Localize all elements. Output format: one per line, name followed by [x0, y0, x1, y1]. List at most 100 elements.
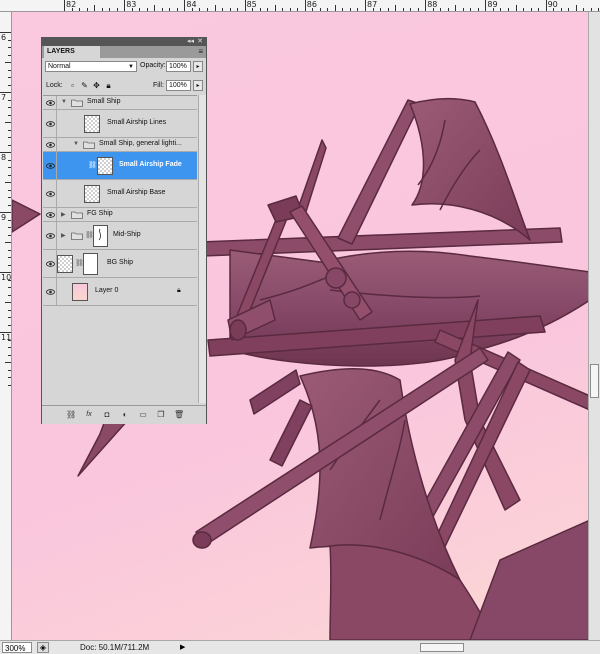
expand-triangle-icon[interactable]: ▼	[73, 141, 79, 147]
folder-icon	[83, 141, 95, 149]
opacity-slider-button[interactable]: ▸	[193, 61, 203, 72]
new-group-icon[interactable]: ▭	[138, 410, 148, 419]
ruler-minor-tick	[334, 5, 336, 11]
layer-thumbnail[interactable]	[72, 283, 88, 301]
ruler-minor-tick	[598, 8, 600, 11]
lock-image-icon[interactable]: ✎	[80, 81, 89, 90]
layer-row[interactable]: ▼ Small Ship	[43, 96, 197, 110]
ruler-minor-tick	[8, 369, 11, 371]
ruler-minor-tick	[206, 8, 208, 11]
ruler-minor-tick	[8, 264, 11, 266]
ruler-minor-tick	[432, 8, 434, 11]
layers-panel: ◂◂ ✕ LAYERS ≡ Normal ▼ Opacity: 100% ▸ L…	[41, 37, 207, 424]
layer-thumbnail[interactable]	[84, 185, 100, 203]
ruler-minor-tick	[455, 5, 457, 11]
ruler-minor-tick	[259, 8, 261, 11]
lock-all-icon[interactable]: 🔒︎	[104, 81, 113, 90]
ruler-minor-tick	[154, 5, 156, 11]
fill-input[interactable]: 100%	[166, 80, 191, 91]
ruler-minor-tick	[274, 5, 276, 11]
collapse-icon[interactable]: ◂◂	[187, 37, 194, 45]
panel-tab-bar: LAYERS ≡	[42, 46, 206, 58]
layer-row[interactable]: ⛓ Small Airship Fade	[43, 152, 197, 180]
folder-icon	[71, 211, 83, 219]
tab-layers[interactable]: LAYERS	[44, 46, 100, 58]
layer-list-scrollbar[interactable]	[198, 95, 206, 403]
lock-position-icon[interactable]: ✥	[92, 81, 101, 90]
expand-triangle-icon[interactable]: ▼	[61, 99, 67, 105]
ruler-major-tick	[124, 0, 126, 11]
layer-row[interactable]: ▶ FG Ship	[43, 208, 197, 222]
layer-thumbnail[interactable]	[97, 157, 113, 175]
ruler-minor-tick	[8, 167, 11, 168]
ruler-minor-tick	[8, 339, 11, 341]
ruler-label: 11	[1, 333, 12, 342]
ruler-major-tick	[425, 0, 427, 11]
ruler-label: 6	[1, 33, 7, 42]
fill-label: Fill:	[153, 82, 164, 89]
new-layer-icon[interactable]: ❐	[156, 410, 166, 419]
fill-slider-button[interactable]: ▸	[193, 80, 203, 91]
eye-icon[interactable]	[45, 250, 57, 277]
ruler-minor-tick	[199, 8, 201, 11]
layer-thumbnail[interactable]	[84, 115, 100, 133]
opacity-input[interactable]: 100%	[166, 61, 191, 72]
layer-name: Small Airship Fade	[119, 161, 182, 168]
layer-row[interactable]: ▶ ⛓ Mid-Ship	[43, 222, 197, 250]
layer-row[interactable]: ⛓ BG Ship	[43, 250, 197, 278]
collapse-triangle-icon[interactable]: ▶	[61, 211, 66, 218]
ruler-minor-tick	[8, 347, 11, 348]
eye-icon[interactable]	[45, 110, 57, 137]
link-icon[interactable]: ⛓	[88, 161, 97, 169]
ruler-left[interactable]: 6 7 8 9 10 11	[0, 12, 12, 640]
ruler-minor-tick	[560, 8, 562, 11]
panel-menu-icon[interactable]: ≡	[198, 47, 203, 56]
ruler-minor-tick	[440, 8, 442, 11]
close-icon[interactable]: ✕	[197, 37, 203, 45]
ruler-major-tick	[365, 0, 366, 11]
collapse-triangle-icon[interactable]: ▶	[61, 232, 66, 239]
ruler-minor-tick	[8, 227, 11, 228]
link-layers-icon[interactable]: ⛓	[66, 410, 76, 419]
mask-thumbnail[interactable]	[93, 225, 108, 247]
panel-title-bar[interactable]: ◂◂ ✕	[42, 38, 206, 46]
ruler-minor-tick	[395, 5, 397, 11]
ruler-minor-tick	[8, 129, 11, 131]
ruler-minor-tick	[575, 5, 577, 11]
ruler-minor-tick	[312, 8, 314, 11]
layer-name: BG Ship	[107, 259, 134, 266]
layer-row[interactable]: Small Airship Base	[43, 180, 197, 208]
ruler-minor-tick	[8, 114, 11, 116]
eye-icon[interactable]	[45, 180, 57, 207]
blend-mode-select[interactable]: Normal ▼	[45, 61, 137, 72]
layer-thumbnail[interactable]	[57, 255, 73, 273]
eye-icon[interactable]	[45, 208, 57, 221]
ruler-major-tick	[64, 0, 65, 11]
horizontal-scroll-thumb[interactable]	[420, 643, 464, 652]
trash-icon[interactable]: 🗑︎	[174, 410, 184, 419]
eye-icon[interactable]	[45, 138, 57, 151]
ruler-minor-tick	[5, 302, 11, 303]
layer-row[interactable]: ▼ Small Ship, general lighti...	[43, 138, 197, 152]
vertical-scroll-thumb[interactable]	[590, 364, 599, 398]
zoom-field[interactable]: 300%	[2, 642, 32, 653]
ruler-major-tick	[304, 0, 306, 11]
ruler-minor-tick	[477, 8, 479, 11]
layer-row[interactable]: Small Airship Lines	[43, 110, 197, 138]
eye-icon[interactable]	[45, 152, 57, 179]
lock-label: Lock:	[46, 82, 63, 89]
eye-icon[interactable]	[45, 96, 57, 109]
layer-row[interactable]: Layer 0 🔒︎	[43, 278, 197, 306]
status-menu-button[interactable]: ◈	[37, 642, 49, 653]
eye-icon[interactable]	[45, 222, 57, 249]
add-mask-icon[interactable]: ◘	[102, 410, 112, 419]
adjustment-layer-icon[interactable]: ◐	[120, 410, 130, 419]
ruler-top[interactable]: 82 83 84 85 86 87 88 89 90	[0, 0, 600, 12]
mask-thumbnail[interactable]	[83, 253, 98, 275]
vertical-scrollbar[interactable]	[588, 12, 600, 640]
fx-icon[interactable]: fx	[84, 410, 94, 419]
lock-transparency-icon[interactable]: ▫	[68, 81, 77, 90]
eye-icon[interactable]	[45, 278, 57, 305]
ruler-minor-tick	[8, 317, 11, 318]
status-arrow-icon[interactable]: ▶	[180, 642, 185, 653]
